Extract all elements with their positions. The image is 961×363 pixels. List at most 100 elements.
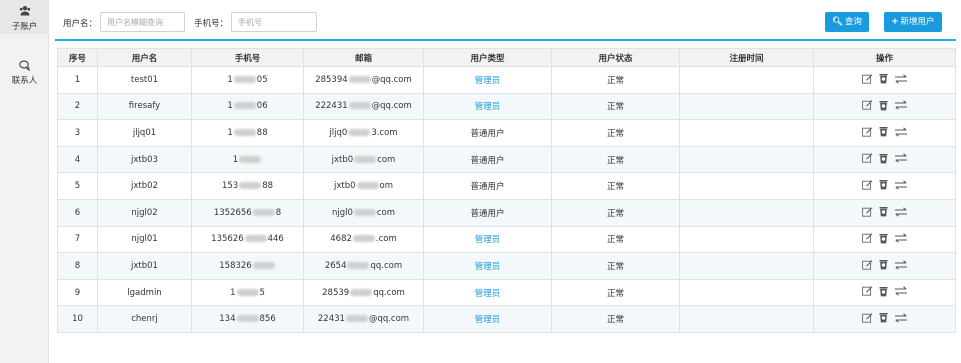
column-header-email[interactable]: 邮箱 (303, 48, 424, 67)
email-suffix: om (379, 181, 393, 192)
delete-trash-icon[interactable] (879, 233, 888, 244)
column-header-username[interactable]: 用户名 (97, 48, 192, 67)
row-index: 9 (74, 287, 81, 298)
table-header-row: 序号 用户名 手机号 邮箱 用户类型 用户状态 注册时间 操作 (57, 48, 956, 67)
table-row[interactable]: 2 firesafy 1 06 222431 @qq.com 管理员 正常 (57, 92, 956, 121)
user-status: 正常 (606, 235, 624, 246)
column-header-user-status[interactable]: 用户状态 (551, 48, 680, 67)
email-prefix: 285394 (315, 74, 348, 85)
row-actions (861, 126, 908, 137)
row-index: 10 (72, 314, 83, 325)
cell-actions (813, 198, 956, 227)
table-row[interactable]: 9 lgadmin 1 5 28539 qq.com 管理员 正常 (57, 278, 956, 307)
cell-user-type: 管理员 (423, 252, 552, 280)
cell-phone: 1 (191, 145, 304, 174)
cell-index: 6 (57, 198, 98, 227)
table-row[interactable]: 1 test01 1 05 285394 @qq.com 管理员 正常 (57, 66, 956, 94)
transfer-icon[interactable] (894, 233, 908, 243)
column-header-actions[interactable]: 操作 (813, 48, 956, 67)
transfer-icon[interactable] (894, 180, 908, 190)
edit-icon[interactable] (861, 127, 873, 137)
blurred-phone-digits (239, 155, 262, 163)
email-suffix: qq.com (370, 260, 403, 271)
email-suffix: com (376, 207, 396, 218)
email-prefix: njgl0 (331, 207, 353, 218)
transfer-icon[interactable] (894, 127, 908, 137)
table-row[interactable]: 6 njgl02 1352656 8 njgl0 com 普通用户 正常 (57, 198, 956, 227)
cell-user-status: 正常 (551, 252, 680, 280)
edit-icon[interactable] (861, 233, 873, 243)
delete-trash-icon[interactable] (879, 73, 888, 84)
cell-index: 7 (57, 225, 98, 254)
transfer-icon[interactable] (894, 206, 908, 217)
transfer-icon[interactable] (894, 260, 908, 270)
edit-icon[interactable] (861, 73, 873, 84)
delete-trash-icon[interactable] (879, 259, 888, 270)
column-header-register-time[interactable]: 注册时间 (679, 48, 814, 67)
delete-trash-icon[interactable] (879, 179, 888, 190)
table-row[interactable]: 3 jljq01 1 88 jljq0 3.com 普通用户 正常 (57, 119, 956, 147)
cell-username: jljq01 (97, 119, 192, 147)
blurred-phone-digits (233, 128, 256, 136)
cell-register-time (679, 305, 814, 333)
edit-icon[interactable] (861, 286, 873, 296)
blurred-email-part (348, 128, 371, 136)
plus-icon: + (891, 17, 899, 27)
delete-trash-icon[interactable] (879, 286, 888, 297)
delete-trash-icon[interactable] (879, 153, 888, 164)
transfer-icon[interactable] (894, 73, 908, 84)
transfer-icon[interactable] (894, 286, 908, 296)
phone-prefix: 135626 (211, 234, 244, 245)
delete-trash-icon[interactable] (879, 312, 888, 323)
row-actions (861, 312, 908, 323)
transfer-icon[interactable] (894, 313, 908, 323)
cell-username: jxtb03 (97, 145, 192, 174)
blurred-email-part (353, 208, 376, 216)
search-button[interactable]: 🔍︎ 查询 (825, 12, 869, 32)
phone-suffix: 856 (259, 314, 276, 325)
table-row[interactable]: 4 jxtb03 1 jxtb0 com 普通用户 正常 (57, 145, 956, 174)
table-row[interactable]: 8 jxtb01 158326 2654 qq.com 管理员 正常 (57, 252, 956, 280)
edit-icon[interactable] (861, 313, 873, 323)
cell-email: 2654 qq.com (303, 252, 424, 280)
cell-user-status: 正常 (551, 145, 680, 174)
cell-register-time (679, 278, 814, 307)
edit-icon[interactable] (861, 100, 873, 110)
blurred-phone-digits (252, 261, 275, 269)
phone-prefix: 1 (227, 74, 233, 85)
column-header-phone[interactable]: 手机号 (191, 48, 304, 67)
row-index: 2 (74, 101, 81, 112)
delete-trash-icon[interactable] (879, 126, 888, 137)
email-suffix: @qq.com (371, 101, 412, 112)
blurred-phone-digits (236, 315, 259, 323)
phone-suffix: 8 (275, 207, 282, 218)
column-header-index[interactable]: 序号 (57, 48, 98, 67)
email-prefix: 222431 (315, 101, 348, 112)
user-status: 正常 (606, 102, 624, 113)
sidebar-item-sub-accounts[interactable]: 子账户 (0, 0, 49, 34)
add-user-button[interactable]: + 新增用户 (884, 12, 942, 32)
username-search-input[interactable] (100, 12, 185, 32)
users-icon (19, 6, 30, 16)
delete-trash-icon[interactable] (879, 100, 888, 111)
cell-email: jxtb0 com (303, 145, 424, 174)
cell-username: njgl02 (97, 198, 192, 227)
transfer-icon[interactable] (894, 100, 908, 110)
table-row[interactable]: 7 njgl01 135626 446 4682 .com 管理员 正常 (57, 225, 956, 254)
edit-icon[interactable] (861, 260, 873, 270)
delete-trash-icon[interactable] (879, 206, 888, 217)
table-row[interactable]: 10 chenrj 134 856 22431 @qq.com 管理员 正常 (57, 305, 956, 333)
table-row[interactable]: 5 jxtb02 153 88 jxtb0 om 普通用户 正常 (57, 172, 956, 200)
cell-register-time (679, 252, 814, 280)
edit-icon[interactable] (861, 153, 873, 163)
add-user-button-label: 新增用户 (900, 17, 935, 27)
cell-email: jljq0 3.com (303, 119, 424, 147)
column-header-user-type[interactable]: 用户类型 (423, 48, 552, 67)
edit-icon[interactable] (861, 180, 873, 190)
phone-search-input[interactable] (231, 12, 317, 32)
row-actions (861, 179, 908, 190)
edit-icon[interactable] (861, 206, 873, 217)
transfer-icon[interactable] (894, 153, 908, 163)
sidebar-item-contacts[interactable]: 联系人 (0, 55, 49, 89)
sidebar-item-label: 联系人 (11, 76, 38, 86)
